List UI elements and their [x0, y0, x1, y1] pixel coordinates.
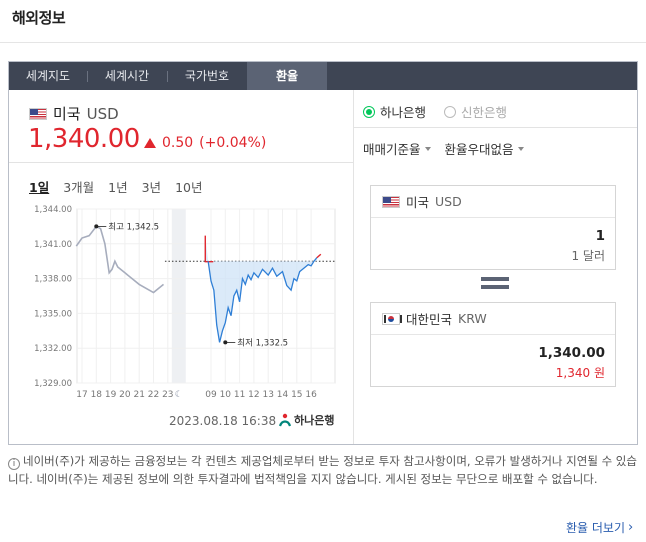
- rate-type-dropdown[interactable]: 매매기준율: [363, 139, 431, 158]
- period-3y[interactable]: 3년: [142, 177, 161, 196]
- currency-country: 미국: [53, 105, 81, 123]
- info-icon: i: [8, 458, 20, 470]
- to-currency-selector[interactable]: 대한민국 KRW: [371, 303, 615, 335]
- radio-selected-icon: [363, 105, 375, 118]
- tab-world-time[interactable]: 세계시간: [87, 62, 167, 90]
- rate-type-value: 매매기준율: [363, 142, 421, 157]
- low-label: 최저 1,332.5: [237, 337, 288, 348]
- chevron-right-icon: ›: [628, 520, 634, 535]
- prev-day-line: [75, 225, 165, 294]
- period-selector: 1일 3개월 1년 3년 10년: [29, 177, 202, 196]
- x-tick-label: 17: [76, 390, 87, 400]
- to-code: KRW: [458, 311, 487, 326]
- y-tick-label: 1,344.00: [34, 205, 72, 215]
- y-tick-label: 1,341.00: [34, 240, 72, 250]
- x-tick-label: 10: [220, 390, 232, 400]
- tab-exchange-rate[interactable]: 환율: [247, 62, 327, 90]
- us-flag-icon: [29, 107, 47, 120]
- period-10y[interactable]: 10년: [175, 177, 202, 196]
- change-percent: (+0.04%): [199, 135, 267, 151]
- title-divider: [0, 42, 646, 43]
- from-amount-input[interactable]: 1: [371, 228, 615, 244]
- hana-logo-icon: [279, 413, 291, 427]
- high-label: 최고 1,342.5: [108, 221, 159, 232]
- left-divider: [9, 162, 353, 163]
- tab-world-map[interactable]: 세계지도: [9, 62, 87, 90]
- more-exchange-link[interactable]: 환율 더보기 ›: [566, 519, 633, 536]
- converter-to-box[interactable]: 대한민국 KRW 1,340.00 1,340 원: [370, 302, 616, 387]
- up-arrow-icon: [144, 138, 156, 148]
- from-currency-selector[interactable]: 미국 USD: [371, 186, 615, 218]
- disclaimer: i 네이버(주)가 제공하는 금융정보는 각 컨텐츠 제공업체로부터 받는 정보로…: [8, 452, 638, 488]
- equals-icon: [481, 277, 509, 293]
- bank-radio-label: 신한은행: [461, 105, 508, 120]
- x-tick-label: 13: [262, 390, 273, 400]
- to-amount-text: 1,340 원: [555, 366, 605, 380]
- to-country: 대한민국: [406, 312, 453, 327]
- x-tick-label: 20: [119, 390, 131, 400]
- x-tick-label: 18: [91, 390, 103, 400]
- x-tick-label: 11: [234, 390, 245, 400]
- from-country: 미국: [406, 195, 430, 210]
- to-amount-input[interactable]: 1,340.00: [371, 345, 615, 361]
- rate-options: 매매기준율 환율우대없음: [363, 139, 524, 158]
- today-area: [205, 235, 317, 343]
- column-divider: [353, 90, 354, 444]
- radio-unselected-icon: [444, 105, 457, 118]
- preference-value: 환율우대없음: [444, 142, 514, 157]
- bank-selector: 하나은행 신한은행: [363, 102, 507, 121]
- tab-country-code[interactable]: 국가번호: [167, 62, 247, 90]
- x-tick-label: 16: [305, 390, 317, 400]
- tab-bar: 세계지도 세계시간 국가번호 환율: [9, 62, 637, 90]
- rate-chart: 17 18 19 20 21 22 23 09 10 11 12 13 14 15 16 ☾ 1,344.00 1…: [34, 205, 336, 400]
- period-3m[interactable]: 3개월: [63, 177, 94, 196]
- x-tick-label: 23: [162, 390, 173, 400]
- bank-radio-hana[interactable]: 하나은행: [363, 102, 426, 121]
- bank-logo-text: 하나은행: [294, 414, 335, 427]
- kr-flag-icon: [382, 312, 402, 325]
- x-tick-label: 09: [205, 390, 217, 400]
- y-tick-label: 1,338.00: [34, 275, 72, 285]
- updated-timestamp: 2023.08.18 16:38: [169, 414, 277, 428]
- change-amount: 0.50: [162, 135, 194, 151]
- session-break: [171, 209, 186, 383]
- right-divider: [354, 127, 637, 128]
- today-end-segment: [316, 253, 322, 259]
- y-tick-label: 1,329.00: [34, 379, 72, 389]
- x-tick-label: 19: [105, 390, 117, 400]
- currency-code: USD: [86, 104, 119, 123]
- x-tick-label: 22: [148, 390, 159, 400]
- currency-header: 미국 USD: [29, 103, 119, 124]
- moon-icon: ☾: [175, 390, 183, 400]
- x-tick-label: 14: [277, 390, 289, 400]
- us-flag-icon: [382, 195, 400, 208]
- current-rate: 1,340.00: [28, 124, 140, 154]
- y-tick-label: 1,332.00: [34, 344, 72, 354]
- caret-down-icon: [517, 146, 524, 151]
- converter-from-box[interactable]: 미국 USD 1 1 달러: [370, 185, 616, 270]
- from-code: USD: [435, 194, 462, 209]
- rate-change: 0.50 (+0.04%): [144, 135, 266, 151]
- preference-dropdown[interactable]: 환율우대없음: [445, 139, 524, 158]
- period-1y[interactable]: 1년: [108, 177, 127, 196]
- x-tick-label: 12: [248, 390, 259, 400]
- exchange-widget: 세계지도 세계시간 국가번호 환율 미국 USD 1,340.00 0.50 (…: [8, 61, 638, 445]
- more-link-label: 환율 더보기: [566, 521, 626, 535]
- y-tick-label: 1,335.00: [34, 309, 72, 319]
- bank-radio-shinhan[interactable]: 신한은행: [444, 102, 507, 121]
- bank-logo: 하나은행: [279, 412, 334, 428]
- page-title: 해외정보: [12, 9, 66, 27]
- x-tick-label: 15: [291, 390, 302, 400]
- period-1d[interactable]: 1일: [29, 177, 49, 196]
- caret-down-icon: [424, 146, 431, 151]
- from-amount-text: 1 달러: [571, 249, 605, 263]
- disclaimer-text: 네이버(주)가 제공하는 금융정보는 각 컨텐츠 제공업체로부터 받는 정보로 …: [8, 454, 637, 486]
- bank-radio-label: 하나은행: [380, 105, 427, 120]
- x-tick-label: 21: [133, 390, 144, 400]
